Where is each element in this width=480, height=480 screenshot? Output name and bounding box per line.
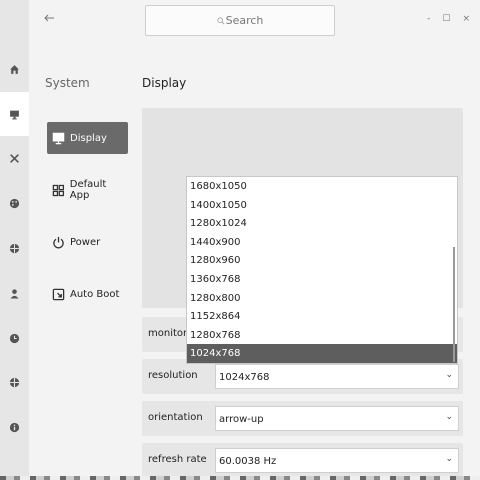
rail-accounts[interactable]	[0, 271, 29, 315]
close-button[interactable]: ×	[462, 14, 470, 24]
resolution-option[interactable]: 1400x1050	[187, 196, 457, 215]
search-placeholder: Search	[225, 14, 264, 27]
window-controls: - ☐ ×	[427, 14, 470, 24]
refresh-rate-row: refresh rate 60.0038 Hz ⌄	[142, 443, 463, 478]
chevron-down-icon: ⌄	[445, 454, 453, 464]
rail-datetime[interactable]	[0, 316, 29, 360]
resolution-option[interactable]: 1280x768	[187, 326, 457, 345]
resolution-option[interactable]: 1280x1024	[187, 214, 457, 233]
rail-display[interactable]	[0, 92, 29, 136]
orientation-value: arrow-up	[219, 414, 264, 425]
arrow-left-icon	[44, 14, 54, 22]
nav-item-display[interactable]: Display	[47, 122, 128, 154]
resolution-option[interactable]: 1152x864	[187, 307, 457, 326]
sidebar-title: System	[45, 76, 90, 90]
display-icon	[10, 110, 19, 119]
chevron-down-icon: ⌄	[445, 370, 453, 380]
clock-icon	[9, 333, 20, 343]
crosshair-icon	[9, 377, 20, 387]
nav-item-label: Display	[70, 132, 107, 144]
palette-icon	[9, 198, 20, 208]
monitor-icon	[52, 132, 65, 144]
nav-item-default-app[interactable]: Default App	[47, 174, 128, 206]
resolution-option[interactable]: 1680x1050	[187, 177, 457, 196]
resolution-option-selected[interactable]: 1024x768	[187, 344, 457, 363]
grid-icon	[52, 184, 65, 196]
user-icon	[10, 288, 19, 298]
refresh-rate-select[interactable]: 60.0038 Hz ⌄	[215, 448, 459, 473]
search-icon	[216, 16, 225, 24]
page-title: Display	[142, 76, 187, 90]
resolution-value: 1024x768	[219, 372, 270, 383]
nav-item-label: Default App	[69, 179, 107, 201]
rail-update[interactable]	[0, 360, 29, 404]
orientation-select[interactable]: arrow-up ⌄	[215, 406, 459, 431]
maximize-button[interactable]: ☐	[442, 14, 450, 24]
power-icon	[53, 236, 64, 248]
resolution-option[interactable]: 1440x900	[187, 233, 457, 252]
rail-tools[interactable]	[0, 136, 29, 180]
globe-icon	[9, 243, 20, 253]
minimize-button[interactable]: -	[427, 14, 430, 24]
resolution-dropdown-list[interactable]: 1680x1050 1400x1050 1280x1024 1440x900 1…	[186, 176, 458, 364]
refresh-rate-value: 60.0038 Hz	[219, 456, 277, 467]
info-icon	[9, 422, 20, 432]
settings-rail	[0, 0, 29, 480]
resolution-option[interactable]: 1280x960	[187, 251, 457, 270]
desktop-background-strip	[0, 476, 480, 480]
resolution-select[interactable]: 1024x768 ⌄	[215, 364, 459, 389]
rail-about[interactable]	[0, 405, 29, 449]
rail-network[interactable]	[0, 226, 29, 270]
nav-item-label: Power	[70, 236, 101, 248]
resolution-option[interactable]: 1360x768	[187, 270, 457, 289]
dropdown-scrollbar[interactable]	[453, 247, 455, 362]
resolution-option[interactable]: 1280x800	[187, 289, 457, 308]
home-icon	[10, 64, 19, 74]
back-button[interactable]	[43, 12, 57, 28]
chevron-down-icon: ⌄	[445, 412, 453, 422]
orientation-row: orientation arrow-up ⌄	[142, 401, 463, 436]
rail-personalization[interactable]	[0, 181, 29, 225]
refresh-rate-label: refresh rate	[148, 454, 207, 465]
search-input[interactable]: Search	[145, 5, 335, 36]
monitor-label: monitor	[148, 328, 188, 339]
orientation-label: orientation	[148, 412, 203, 423]
nav-item-auto-boot[interactable]: Auto Boot	[47, 278, 128, 310]
resolution-row: resolution 1024x768 ⌄	[142, 359, 463, 394]
resolution-label: resolution	[148, 370, 198, 381]
autoboot-icon	[52, 288, 65, 300]
nav-item-label: Auto Boot	[70, 288, 120, 300]
nav-item-power[interactable]: Power	[47, 226, 128, 258]
rail-home[interactable]	[0, 47, 29, 91]
tools-icon	[10, 153, 19, 163]
